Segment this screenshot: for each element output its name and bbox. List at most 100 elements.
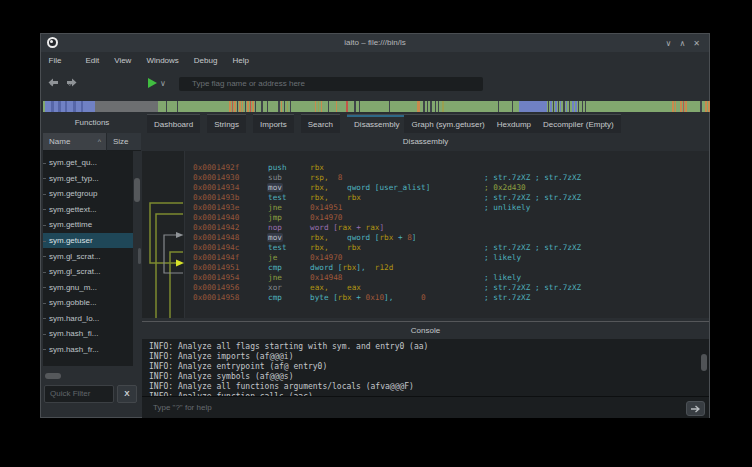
tab-strings[interactable]: Strings <box>207 114 246 133</box>
close-icon[interactable]: ✕ <box>693 39 700 48</box>
memory-map[interactable] <box>43 101 710 112</box>
instruction-comment: ; likely <box>484 273 521 283</box>
tab-hexdump[interactable]: Hexdump <box>490 114 538 133</box>
console-log-line: INFO: Analyze imports (af@@@i) <box>149 352 709 362</box>
console-panel-title: Console <box>142 323 709 339</box>
memory-map-segment <box>553 101 554 112</box>
function-name: sym.gl_scrat... <box>43 267 101 276</box>
menu-help[interactable]: Help <box>225 52 256 69</box>
disassembly-line[interactable]: 0x00014956xoreax, eax; str.7zXZ ; str.7z… <box>185 283 709 293</box>
tab-decompiler-empty[interactable]: Decompiler (Empty) <box>536 114 621 133</box>
panel-splitter[interactable] <box>142 321 709 322</box>
tree-branch-tick <box>43 349 46 350</box>
column-header-size[interactable]: Size <box>106 133 141 151</box>
function-list-item[interactable]: sym.gnu_m... <box>43 279 133 295</box>
tab-disassembly[interactable]: Disassembly <box>347 114 406 133</box>
maximize-icon[interactable]: ∧ <box>679 39 685 48</box>
instruction-mnemonic: nop <box>268 223 282 233</box>
instruction-mnemonic: cmp <box>268 293 282 303</box>
memory-map-segment <box>705 101 707 112</box>
quick-filter-input[interactable]: Quick Filter <box>44 385 114 403</box>
menu-view[interactable]: View <box>107 52 139 69</box>
instruction-mnemonic: cmp <box>268 263 282 273</box>
function-list-item[interactable]: sym.hash_fr... <box>43 342 133 358</box>
memory-map-segment <box>708 101 710 112</box>
function-list-item[interactable]: sym.gl_scrat... <box>43 264 133 280</box>
disassembly-line[interactable]: 0x00014934movrbx, qword [user_alist]; 0x… <box>185 183 709 193</box>
function-list-item[interactable]: sym.gobble... <box>43 295 133 311</box>
function-list-item[interactable]: sym.gettext... <box>43 202 133 218</box>
function-list-item[interactable]: sym.get_qu... <box>43 155 133 171</box>
tab-dashboard[interactable]: Dashboard <box>147 114 200 133</box>
instruction-comment: ; likely <box>484 253 521 263</box>
functions-hscrollbar-thumb[interactable] <box>45 373 61 379</box>
disassembly-line[interactable]: 0x00014954jne0x14948; likely <box>185 273 709 283</box>
function-list-item[interactable]: sym.getuser <box>43 233 133 249</box>
function-list-item[interactable]: sym.get_typ... <box>43 171 133 187</box>
disassembly-line[interactable]: 0x00014958cmpbyte [rbx + 0x10], 0; str.7… <box>185 293 709 303</box>
instruction-address: 0x0001494c <box>193 243 239 253</box>
instruction-operands: rsp, 8 <box>310 173 342 183</box>
flag-search-input[interactable]: Type flag name or address here <box>179 77 483 91</box>
disassembly-line[interactable]: 0x00014940jmp0x14970 <box>185 213 709 223</box>
execute-command-button[interactable] <box>686 401 705 416</box>
memory-map-segment <box>318 101 319 112</box>
minimize-icon[interactable]: ∨ <box>666 39 672 48</box>
disassembly-line[interactable]: 0x00014951cmpdword [rbx], r12d <box>185 263 709 273</box>
disassembly-line[interactable]: 0x0001492fpushrbx <box>185 163 709 173</box>
window-title: iaito – file:///bin/ls <box>41 34 709 52</box>
console-vscrollbar-thumb[interactable] <box>701 354 707 371</box>
functions-list: sym.get_qu... sym.get_typ... sym.getgroup s… <box>43 151 133 366</box>
tree-branch-tick <box>43 225 46 226</box>
menu-debug[interactable]: Debug <box>186 52 225 69</box>
memory-map-segment <box>575 101 577 112</box>
tab-graph-sym-getuser[interactable]: Graph (sym.getuser) <box>404 114 491 133</box>
function-list-item[interactable]: sym.gettime <box>43 217 133 233</box>
function-list-item[interactable]: sym.getgroup <box>43 186 133 202</box>
function-name: sym.gobble... <box>43 298 97 307</box>
disassembly-line[interactable]: 0x0001493ejne0x14951; unlikely <box>185 203 709 213</box>
disassembly-line[interactable]: 0x00014930subrsp, 8; str.7zXZ ; str.7zXZ <box>185 173 709 183</box>
menu-file[interactable]: File <box>41 52 69 69</box>
memory-map-segment <box>680 101 682 112</box>
function-name: sym.gettext... <box>43 205 97 214</box>
run-button[interactable] <box>148 78 157 88</box>
memory-map-segment <box>284 101 285 112</box>
function-name: sym.gettime <box>43 220 92 229</box>
back-button[interactable] <box>47 77 60 90</box>
function-list-item[interactable]: sym.hash_fi... <box>43 326 133 342</box>
forward-button[interactable] <box>65 77 78 90</box>
console-command-row: Type "?" for help <box>142 396 709 418</box>
functions-vscrollbar-thumb[interactable] <box>134 178 140 202</box>
memory-map-segment <box>417 101 420 112</box>
memory-map-segment <box>278 101 280 112</box>
instruction-mnemonic: mov <box>268 233 283 243</box>
run-dropdown-icon[interactable]: ∨ <box>160 79 166 88</box>
column-header-name[interactable]: Name ^ <box>43 133 106 151</box>
menu-windows[interactable]: Windows <box>139 52 186 69</box>
function-list-item[interactable]: sym.gl_scrat... <box>43 248 133 264</box>
function-list-item[interactable]: sym.hard_lo... <box>43 310 133 326</box>
instruction-operands: word [rax + rax] <box>310 223 384 233</box>
tab-search[interactable]: Search <box>301 114 340 133</box>
disassembly-line[interactable]: 0x0001493btestrbx, rbx; str.7zXZ ; str.7… <box>185 193 709 203</box>
disassembly-line[interactable]: 0x00014942nopword [rax + rax] <box>185 223 709 233</box>
memory-map-segment <box>267 101 268 112</box>
flag-search-placeholder: Type flag name or address here <box>179 77 483 91</box>
disassembly-line[interactable]: 0x0001494ctestrbx, rbx; str.7zXZ ; str.7… <box>185 243 709 253</box>
function-name: sym.get_typ... <box>43 174 99 183</box>
dock-splitter-grip[interactable] <box>138 248 141 264</box>
disassembly-view[interactable]: 0x0001492fpushrbx0x00014930subrsp, 8; st… <box>185 151 709 318</box>
quick-filter-clear-button[interactable]: X <box>117 385 137 403</box>
memory-map-segment <box>73 101 76 112</box>
disassembly-line[interactable]: 0x00014948movrbx, qword [rbx + 8] <box>185 233 709 243</box>
title-bar[interactable]: iaito – file:///bin/ls ∨ ∧ ✕ <box>41 34 709 52</box>
instruction-mnemonic: test <box>268 243 287 253</box>
memory-map-segment <box>250 101 251 112</box>
memory-map-segment <box>252 101 254 112</box>
menu-edit[interactable]: Edit <box>78 52 107 69</box>
disassembly-line[interactable]: 0x0001494fje0x14970; likely <box>185 253 709 263</box>
tab-imports[interactable]: Imports <box>253 114 294 133</box>
tree-branch-tick <box>43 241 46 242</box>
tree-branch-tick <box>43 303 46 304</box>
